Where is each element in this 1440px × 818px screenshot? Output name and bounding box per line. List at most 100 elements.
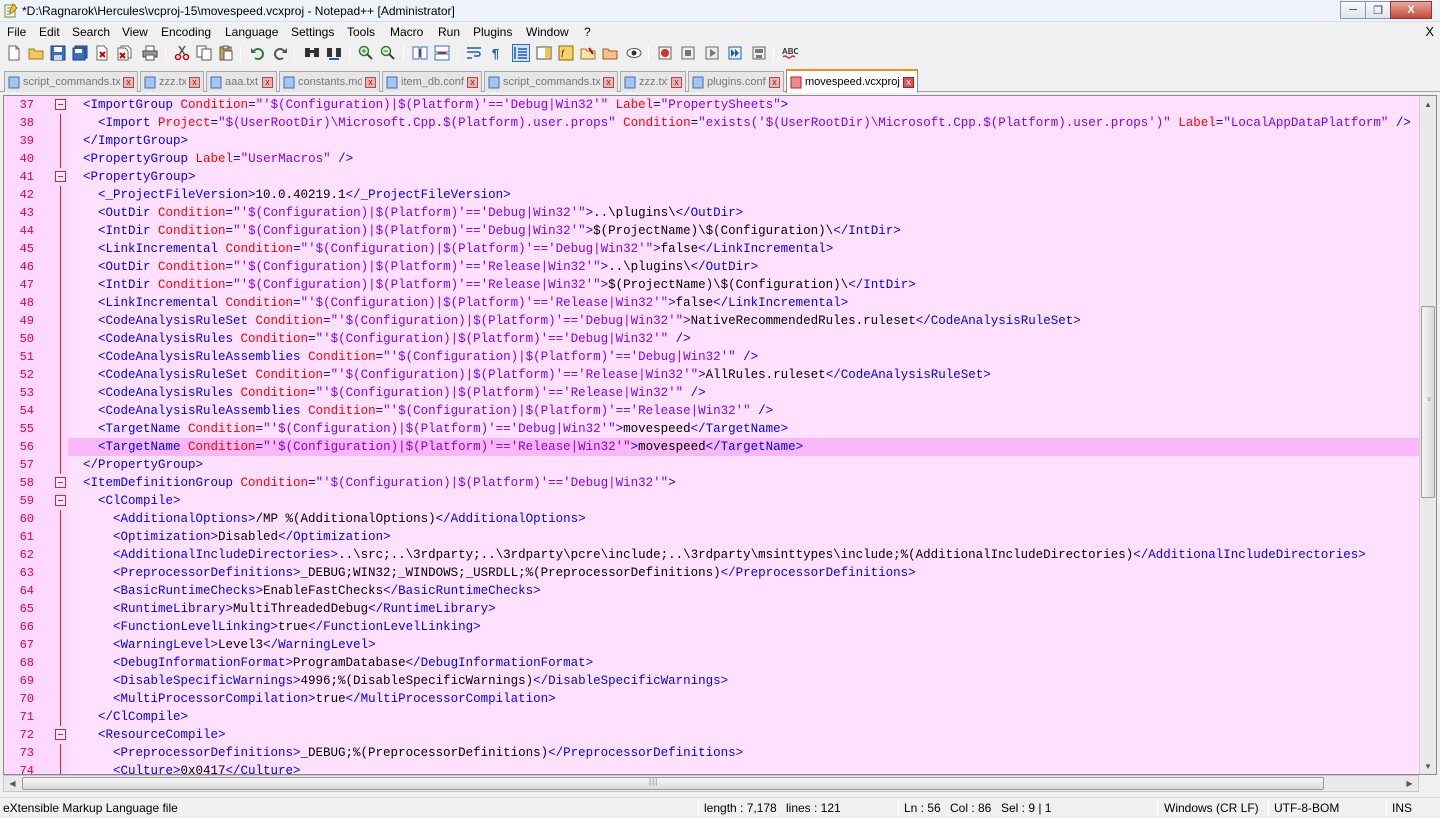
status-eol-format[interactable]: Windows (CR LF) bbox=[1164, 801, 1259, 815]
tab-zzz-2[interactable]: zzz.txt x bbox=[620, 71, 686, 92]
code-line[interactable]: <CodeAnalysisRules Condition="'$(Configu… bbox=[68, 384, 1420, 402]
tab-item-db[interactable]: item_db.conf x bbox=[382, 71, 482, 92]
scroll-left-icon[interactable]: ◀ bbox=[4, 776, 21, 791]
status-encoding[interactable]: UTF-8-BOM bbox=[1274, 801, 1339, 815]
code-line[interactable]: <Optimization>Disabled</Optimization> bbox=[68, 528, 1420, 546]
menu-file[interactable]: File bbox=[7, 25, 26, 39]
indent-guide-icon[interactable] bbox=[512, 44, 530, 62]
zoom-out-icon[interactable] bbox=[379, 44, 397, 62]
open-file-icon[interactable] bbox=[27, 44, 45, 62]
sync-horizontal-scroll-icon[interactable] bbox=[433, 44, 451, 62]
fold-toggle-icon[interactable] bbox=[55, 171, 66, 182]
code-line[interactable]: <AdditionalIncludeDirectories>..\src;..\… bbox=[68, 546, 1420, 564]
menu-help[interactable]: ? bbox=[584, 25, 591, 39]
code-line[interactable]: <ItemDefinitionGroup Condition="'$(Confi… bbox=[68, 474, 1420, 492]
vertical-scroll-thumb[interactable]: ≡ bbox=[1421, 306, 1435, 498]
cut-icon[interactable] bbox=[173, 44, 191, 62]
tab-movespeed-vcxproj[interactable]: movespeed.vcxproj x bbox=[786, 69, 918, 93]
maximize-button[interactable]: ❐ bbox=[1365, 1, 1391, 19]
zoom-in-icon[interactable] bbox=[357, 44, 375, 62]
status-insert-mode[interactable]: INS bbox=[1392, 801, 1412, 815]
menu-plugins[interactable]: Plugins bbox=[473, 25, 512, 39]
code-line[interactable]: <FunctionLevelLinking>true</FunctionLeve… bbox=[68, 618, 1420, 636]
close-window-button[interactable]: X bbox=[1390, 1, 1432, 19]
scroll-up-icon[interactable]: ▲ bbox=[1420, 96, 1436, 113]
code-line[interactable]: <CodeAnalysisRuleAssemblies Condition="'… bbox=[68, 402, 1420, 420]
word-wrap-icon[interactable] bbox=[465, 44, 483, 62]
tab-zzz[interactable]: zzz.txt x bbox=[140, 71, 204, 92]
code-line[interactable]: <RuntimeLibrary>MultiThreadedDebug</Runt… bbox=[68, 600, 1420, 618]
minimize-button[interactable]: ─ bbox=[1340, 1, 1366, 19]
fold-toggle-icon[interactable] bbox=[55, 99, 66, 110]
playback-macro-icon[interactable] bbox=[703, 44, 721, 62]
replace-icon[interactable] bbox=[325, 44, 343, 62]
code-line[interactable]: <OutDir Condition="'$(Configuration)|$(P… bbox=[68, 258, 1420, 276]
code-line[interactable]: <PreprocessorDefinitions>_DEBUG;WIN32;_W… bbox=[68, 564, 1420, 582]
fold-toggle-icon[interactable] bbox=[55, 495, 66, 506]
code-line[interactable]: <IntDir Condition="'$(Configuration)|$(P… bbox=[68, 276, 1420, 294]
new-file-icon[interactable] bbox=[5, 44, 23, 62]
tab-plugins-conf[interactable]: plugins.conf x bbox=[688, 71, 784, 92]
code-line[interactable]: <CodeAnalysisRuleAssemblies Condition="'… bbox=[68, 348, 1420, 366]
menu-encoding[interactable]: Encoding bbox=[161, 25, 211, 39]
code-line[interactable]: <DisableSpecificWarnings>4996;%(DisableS… bbox=[68, 672, 1420, 690]
tab-script-commands[interactable]: script_commands.txt x bbox=[4, 71, 138, 92]
tab-close-icon[interactable]: x bbox=[671, 76, 682, 88]
horizontal-scroll-thumb[interactable] bbox=[22, 777, 1324, 790]
save-macro-icon[interactable] bbox=[750, 44, 768, 62]
code-line[interactable]: <CodeAnalysisRules Condition="'$(Configu… bbox=[68, 330, 1420, 348]
folder-as-workspace-icon[interactable] bbox=[579, 44, 597, 62]
stop-recording-icon[interactable] bbox=[679, 44, 697, 62]
code-line[interactable]: <IntDir Condition="'$(Configuration)|$(P… bbox=[68, 222, 1420, 240]
tab-script-commands-2[interactable]: script_commands.txt x bbox=[484, 71, 618, 92]
code-line[interactable]: <DebugInformationFormat>ProgramDatabase<… bbox=[68, 654, 1420, 672]
code-line[interactable]: <TargetName Condition="'$(Configuration)… bbox=[68, 420, 1420, 438]
code-line[interactable]: <AdditionalOptions>/MP %(AdditionalOptio… bbox=[68, 510, 1420, 528]
print-icon[interactable] bbox=[141, 44, 159, 62]
menu-edit[interactable]: Edit bbox=[39, 25, 60, 39]
scroll-right-icon[interactable]: ▶ bbox=[1401, 776, 1418, 791]
code-line[interactable]: <ImportGroup Condition="'$(Configuration… bbox=[68, 96, 1420, 114]
close-all-icon[interactable] bbox=[115, 44, 133, 62]
code-line[interactable]: <PropertyGroup> bbox=[68, 168, 1420, 186]
code-line[interactable]: </ImportGroup> bbox=[68, 132, 1420, 150]
show-all-characters-icon[interactable]: ¶ bbox=[487, 44, 505, 62]
menu-language[interactable]: Language bbox=[225, 25, 278, 39]
tab-close-icon[interactable]: x bbox=[262, 76, 273, 88]
close-file-icon[interactable] bbox=[93, 44, 111, 62]
menu-settings[interactable]: Settings bbox=[291, 25, 334, 39]
code-line[interactable]: <CodeAnalysisRuleSet Condition="'$(Confi… bbox=[68, 312, 1420, 330]
horizontal-scrollbar[interactable]: ◀ ||| ▶ bbox=[3, 775, 1419, 792]
code-line[interactable]: <Culture>0x0417</Culture> bbox=[68, 762, 1420, 774]
menu-window[interactable]: Window bbox=[526, 25, 569, 39]
code-line[interactable]: <TargetName Condition="'$(Configuration)… bbox=[68, 438, 1420, 456]
menu-run[interactable]: Run bbox=[438, 25, 460, 39]
code-line[interactable]: <Import Project="$(UserRootDir)\Microsof… bbox=[68, 114, 1420, 132]
code-line[interactable]: </PropertyGroup> bbox=[68, 456, 1420, 474]
copy-icon[interactable] bbox=[195, 44, 213, 62]
tab-close-icon[interactable]: x bbox=[189, 76, 200, 88]
tab-aaa[interactable]: aaa.txt x bbox=[206, 71, 277, 92]
vertical-scrollbar[interactable]: ▲ ≡ ▼ bbox=[1419, 96, 1436, 774]
menu-macro[interactable]: Macro bbox=[390, 25, 423, 39]
function-list-icon[interactable]: f bbox=[557, 44, 575, 62]
open-folder-icon[interactable] bbox=[601, 44, 619, 62]
tab-constants[interactable]: constants.md x bbox=[279, 71, 380, 92]
code-line[interactable]: <MultiProcessorCompilation>true</MultiPr… bbox=[68, 690, 1420, 708]
menu-view[interactable]: View bbox=[122, 25, 148, 39]
code-line[interactable]: <LinkIncremental Condition="'$(Configura… bbox=[68, 294, 1420, 312]
code-line[interactable]: <LinkIncremental Condition="'$(Configura… bbox=[68, 240, 1420, 258]
record-macro-icon[interactable] bbox=[656, 44, 674, 62]
run-macro-multiple-icon[interactable] bbox=[726, 44, 744, 62]
code-line[interactable]: <OutDir Condition="'$(Configuration)|$(P… bbox=[68, 204, 1420, 222]
save-all-icon[interactable] bbox=[71, 44, 89, 62]
tab-close-icon[interactable]: x bbox=[903, 76, 914, 88]
monitoring-eye-icon[interactable] bbox=[625, 44, 643, 62]
tab-close-icon[interactable]: x bbox=[603, 76, 614, 88]
code-line[interactable]: <ResourceCompile> bbox=[68, 726, 1420, 744]
code-line[interactable]: <ClCompile> bbox=[68, 492, 1420, 510]
spell-check-icon[interactable]: ABC bbox=[781, 44, 799, 62]
undo-icon[interactable] bbox=[249, 44, 267, 62]
paste-icon[interactable] bbox=[217, 44, 235, 62]
editor-pane[interactable]: 37 38 39 40 41 42 43 44 45 46 47 48 49 50 51 52 53 54 55 56… bbox=[3, 95, 1437, 775]
